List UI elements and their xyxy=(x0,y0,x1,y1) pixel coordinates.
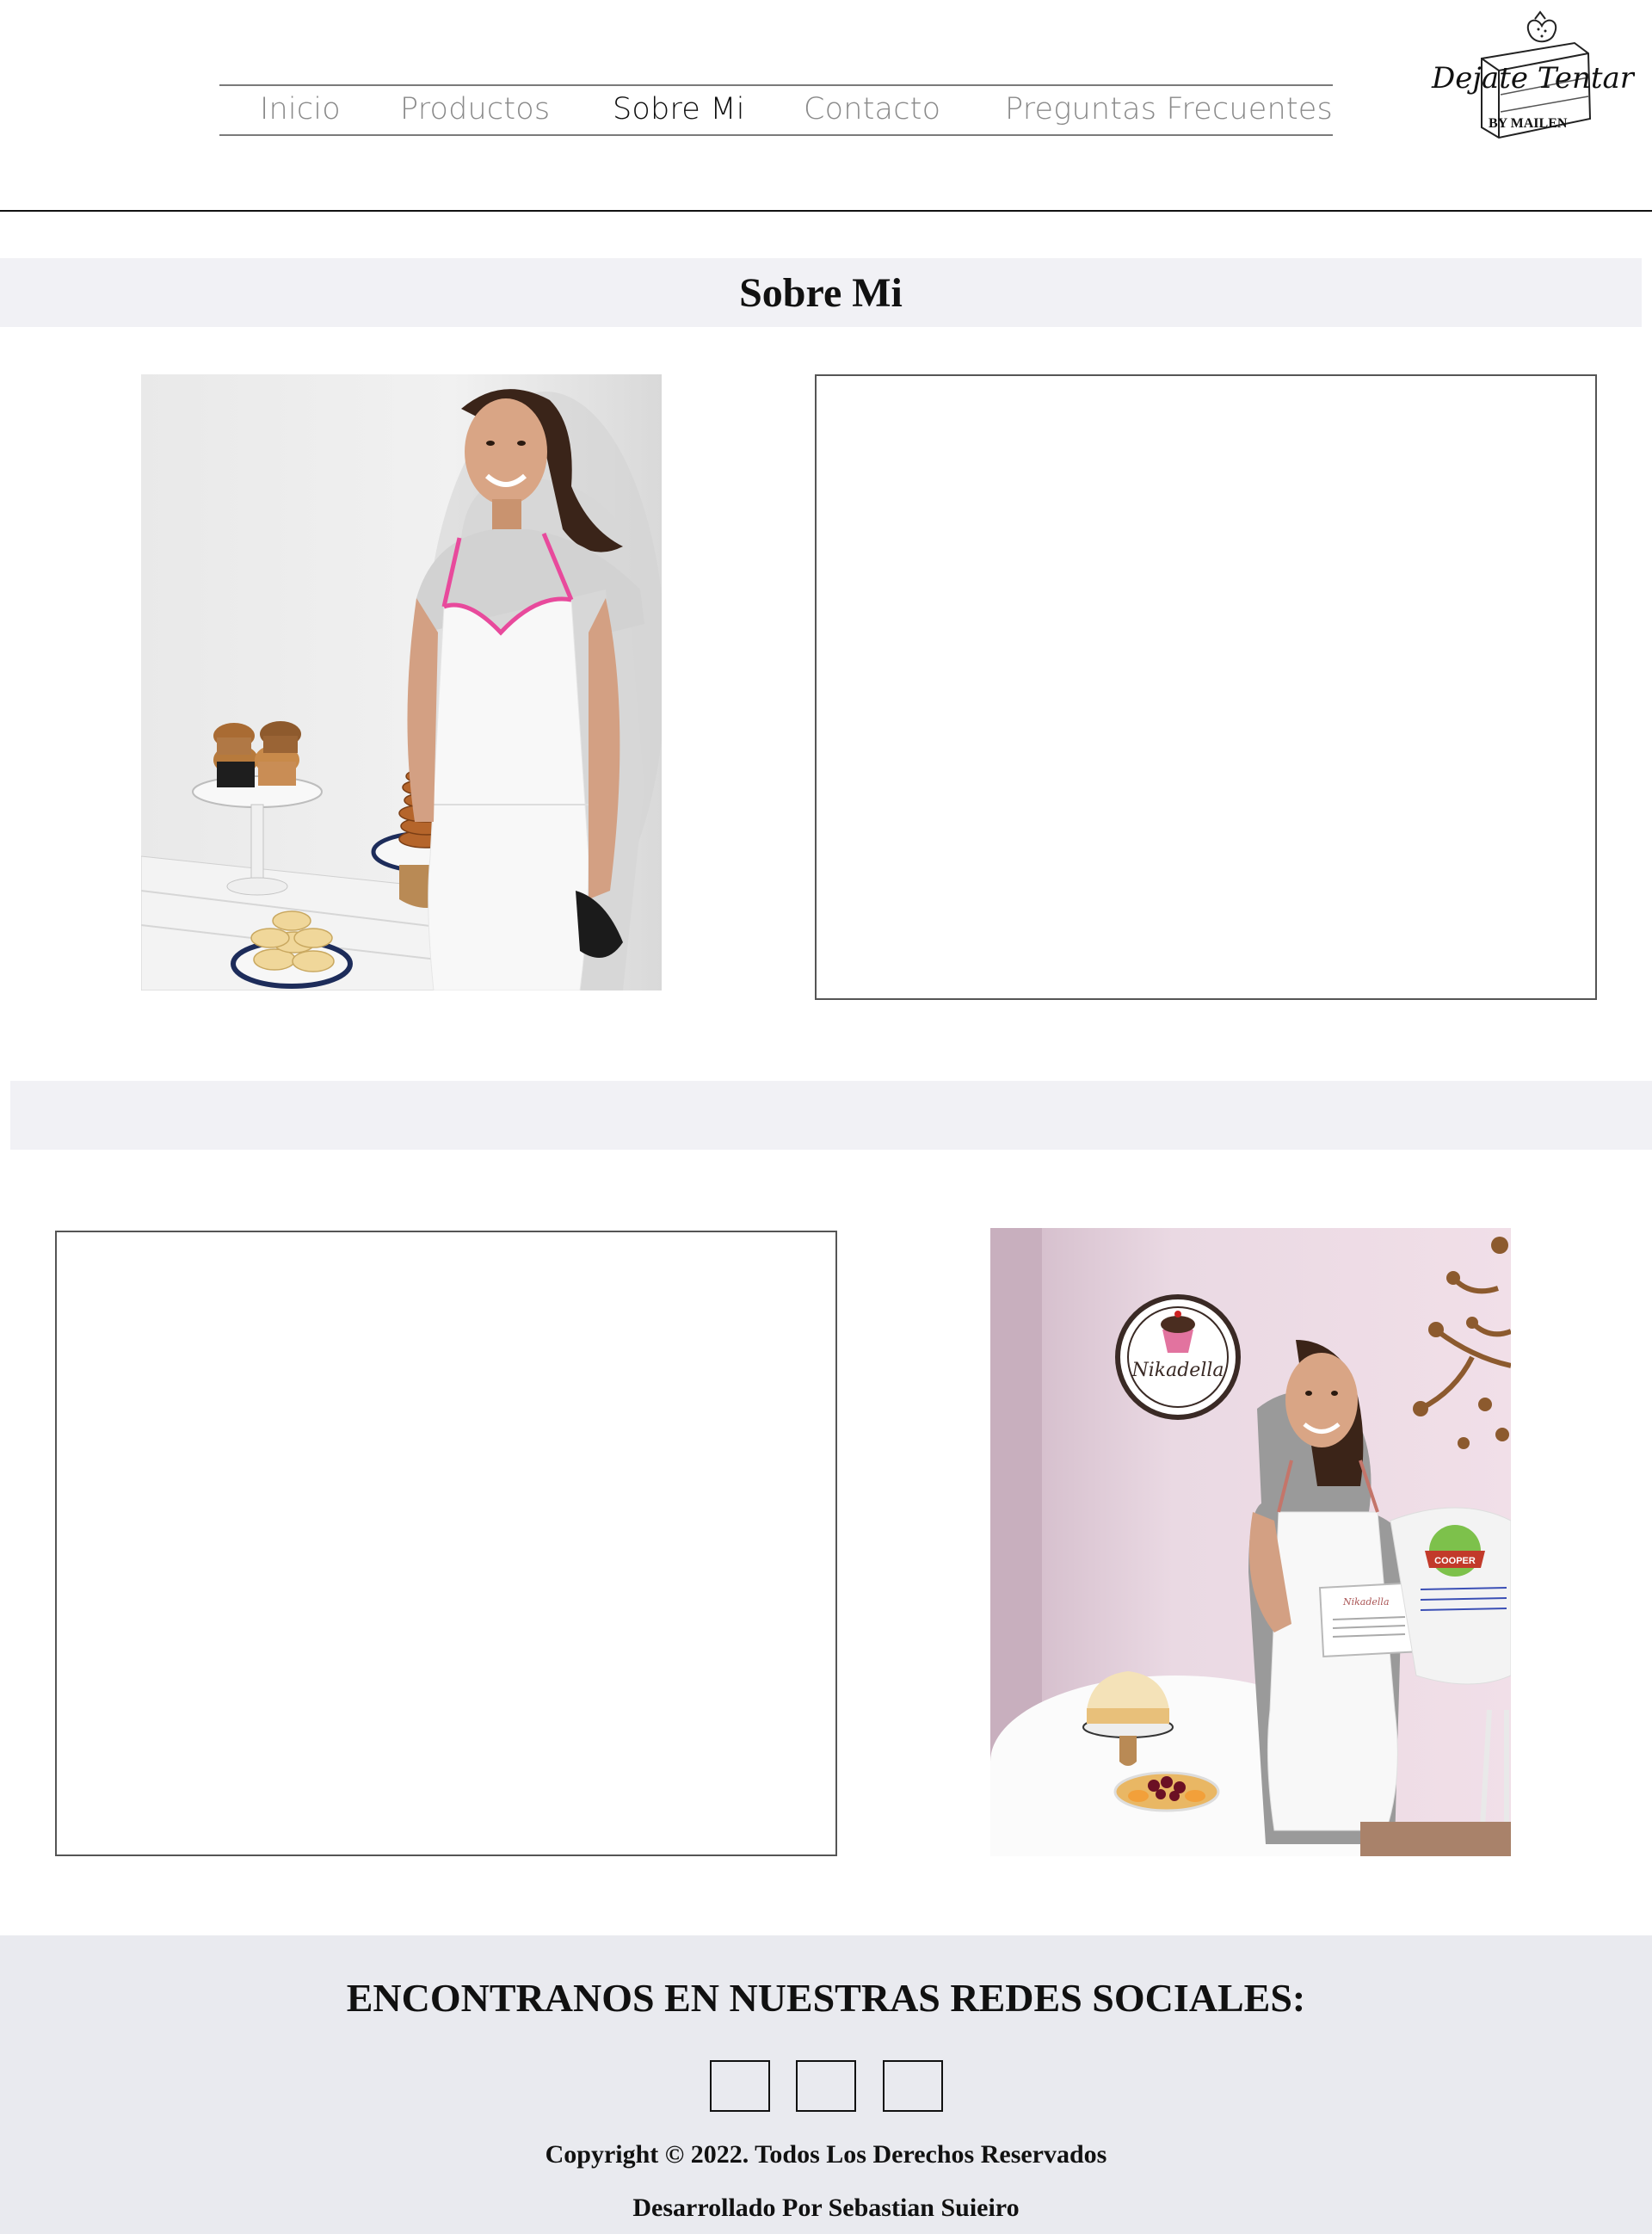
photo-baker-with-pastries-icon xyxy=(141,374,662,990)
social-link-2[interactable] xyxy=(796,2060,856,2112)
photo-baker-with-certificate: Nikadella Nikadella COOPER xyxy=(990,1228,1511,1856)
developer-credit: Desarrollado Por Sebastian Suieiro xyxy=(632,2194,1020,2222)
logo-script-text: Dejate Tentar xyxy=(1431,61,1635,96)
social-link-3[interactable] xyxy=(883,2060,943,2112)
certificate-text: Nikadella xyxy=(1342,1596,1390,1608)
content-frame-2 xyxy=(55,1231,837,1856)
sign-text: Nikadella xyxy=(1131,1360,1224,1381)
main-nav: Inicio Productos Sobre Mi Contacto Pregu… xyxy=(219,84,1333,136)
brand-logo[interactable]: Dejate Tentar BY MAILEN xyxy=(1428,9,1636,146)
social-link-1[interactable] xyxy=(710,2060,770,2112)
cake-slice-logo-icon: Dejate Tentar BY MAILEN xyxy=(1431,10,1636,139)
nav-link-sobre-mi[interactable]: Sobre Mi xyxy=(613,92,745,127)
nav-link-contacto[interactable]: Contacto xyxy=(804,92,940,127)
nav-link-inicio[interactable]: Inicio xyxy=(260,92,341,127)
nav-link-productos[interactable]: Productos xyxy=(400,92,550,127)
photo-baker-with-pastries xyxy=(141,374,662,990)
section-band-2-title xyxy=(10,1081,1652,1150)
page-title: Sobre Mi xyxy=(739,269,903,316)
copyright-text: Copyright © 2022. Todos Los Derechos Res… xyxy=(545,2140,1107,2169)
header-divider xyxy=(0,210,1652,212)
nav-link-preguntas-frecuentes[interactable]: Preguntas Frecuentes xyxy=(1005,92,1333,127)
photo-baker-with-certificate-icon: Nikadella Nikadella COOPER xyxy=(990,1228,1511,1856)
site-footer: ENCONTRANOS EN NUESTRAS REDES SOCIALES: … xyxy=(0,1935,1652,2234)
footer-title: ENCONTRANOS EN NUESTRAS REDES SOCIALES: xyxy=(346,1976,1306,2020)
content-frame-1 xyxy=(815,374,1597,1000)
logo-byline-text: BY MAILEN xyxy=(1489,116,1568,131)
bag-text: COOPER xyxy=(1434,1556,1476,1566)
